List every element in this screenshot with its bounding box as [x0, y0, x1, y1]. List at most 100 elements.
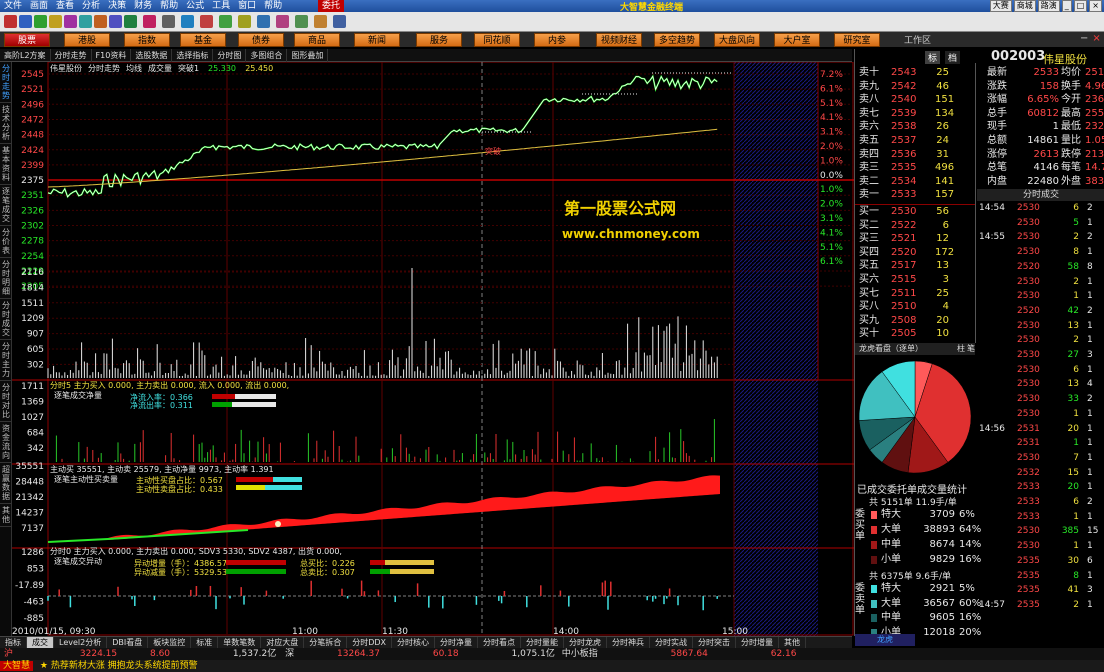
left-tab-6[interactable]: 分时成交: [0, 299, 12, 340]
subbar-item-5[interactable]: 分时图: [213, 49, 247, 62]
indicator-tab-18[interactable]: 分时增量: [736, 637, 780, 648]
subbar-item-1[interactable]: 分时走势: [51, 49, 92, 62]
bid-price[interactable]: 2511: [891, 287, 916, 301]
ticker-text[interactable]: ★ 热荐新材大涨 拥抱龙头系统提前预警: [36, 661, 198, 671]
menu-formula[interactable]: 公式: [182, 0, 208, 12]
ask-price[interactable]: 2540: [891, 93, 916, 107]
info-icon[interactable]: [276, 15, 289, 28]
bid-price[interactable]: 2517: [891, 259, 916, 273]
indicator-tab-5[interactable]: 标准: [191, 637, 219, 648]
menu-help[interactable]: 帮助: [156, 0, 182, 12]
star-icon[interactable]: [257, 15, 270, 28]
rsi-icon[interactable]: [64, 15, 77, 28]
left-tab-10[interactable]: 超赢数据: [0, 463, 12, 504]
nav-button-0[interactable]: 股票: [4, 33, 50, 47]
ask-price[interactable]: 2534: [891, 175, 916, 189]
subbar-item-4[interactable]: 选择指标: [172, 49, 214, 62]
tab-contest[interactable]: 大赛: [989, 0, 1012, 12]
left-tab-0[interactable]: 分时走势: [0, 62, 12, 103]
ask-price[interactable]: 2535: [891, 161, 916, 175]
pie-tab-count[interactable]: 笔: [967, 343, 975, 354]
menu-tools[interactable]: 工具: [208, 0, 234, 12]
menu-screen[interactable]: 画面: [26, 0, 52, 12]
left-tab-11[interactable]: 其他: [0, 504, 12, 527]
news-ticker[interactable]: 大智慧 ★ 热荐新材大涨 拥抱龙头系统提前预警: [0, 660, 1104, 672]
ask-price[interactable]: 2543: [891, 66, 916, 80]
menu-file[interactable]: 文件: [0, 0, 26, 12]
ask-price[interactable]: 2538: [891, 120, 916, 134]
indicator-tab-4[interactable]: 板块监控: [148, 637, 192, 648]
workspace-label[interactable]: 工作区: [904, 33, 931, 46]
home-icon[interactable]: [34, 15, 47, 28]
ask-price[interactable]: 2533: [891, 188, 916, 202]
nav-button-7[interactable]: 服务: [416, 33, 462, 47]
ask-price[interactable]: 2536: [891, 148, 916, 162]
indicator-tab-16[interactable]: 分时实战: [650, 637, 694, 648]
indicator-tab-8[interactable]: 分笔拆合: [304, 637, 348, 648]
nav-button-3[interactable]: 基金: [180, 33, 226, 47]
subbar-item-7[interactable]: 图形叠加: [287, 49, 329, 62]
tab-standard[interactable]: 标: [925, 51, 941, 64]
left-tab-7[interactable]: 分时主力: [0, 340, 12, 381]
subbar-item-2[interactable]: F10资料: [92, 49, 132, 62]
left-tab-9[interactable]: 资金流向: [0, 422, 12, 463]
bid-price[interactable]: 2520: [891, 246, 916, 260]
indicator-tab-12[interactable]: 分时看点: [478, 637, 522, 648]
menu-help2[interactable]: 帮助: [260, 0, 286, 12]
minimize-icon[interactable]: _: [1061, 0, 1072, 12]
bid-price[interactable]: 2521: [891, 232, 916, 246]
question-icon[interactable]: [333, 15, 346, 28]
bid-price[interactable]: 2508: [891, 314, 916, 328]
nav-button-6[interactable]: 新闻: [354, 33, 400, 47]
nav-button-14[interactable]: 研究室: [834, 33, 880, 47]
menu-window[interactable]: 窗口: [234, 0, 260, 12]
pie-tab-bar[interactable]: 柱: [957, 343, 965, 354]
ask-price[interactable]: 2539: [891, 107, 916, 121]
bell-icon[interactable]: [200, 15, 213, 28]
people-icon[interactable]: [219, 15, 232, 28]
list-icon[interactable]: [94, 15, 107, 28]
left-tab-3[interactable]: 逐笔成交: [0, 185, 12, 226]
indicator-tab-17[interactable]: 分时突击: [693, 637, 737, 648]
indicator-tab-3[interactable]: DBI看盘: [107, 637, 149, 648]
back-icon[interactable]: [4, 15, 17, 28]
bid-price[interactable]: 2530: [891, 205, 916, 219]
tab-roadshow[interactable]: 路演: [1037, 0, 1060, 12]
zoom-icon[interactable]: [124, 15, 137, 28]
nav-button-1[interactable]: 港股: [64, 33, 110, 47]
subbar-item-0[interactable]: 高阶L2方案: [0, 49, 51, 62]
print-icon[interactable]: [314, 15, 327, 28]
nav-button-4[interactable]: 债券: [238, 33, 284, 47]
bid-price[interactable]: 2510: [891, 300, 916, 314]
nav-button-8[interactable]: 同花顺: [474, 33, 520, 47]
bid-price[interactable]: 2522: [891, 219, 916, 233]
bid-price[interactable]: 2515: [891, 273, 916, 287]
subbar-item-3[interactable]: 选股数据: [131, 49, 173, 62]
indicator-tab-1[interactable]: 成交: [27, 637, 54, 648]
indicator-tab-13[interactable]: 分时量能: [521, 637, 565, 648]
indicator-tab-0[interactable]: 指标: [0, 637, 27, 648]
indicator-tab-19[interactable]: 其他: [779, 637, 807, 648]
close-icon[interactable]: ×: [1092, 33, 1100, 44]
ask-price[interactable]: 2542: [891, 80, 916, 94]
minimize-icon[interactable]: −: [1080, 33, 1088, 44]
indicator-tab-15[interactable]: 分时神兵: [607, 637, 651, 648]
indicator-tab-10[interactable]: 分时核心: [392, 637, 436, 648]
tab-depth[interactable]: 档: [945, 51, 961, 64]
left-tab-4[interactable]: 分价表: [0, 226, 12, 258]
restore-icon[interactable]: □: [1073, 0, 1088, 12]
chart-icon[interactable]: [79, 15, 92, 28]
pie-bottom-tab[interactable]: 龙虎: [855, 634, 915, 646]
nav-button-9[interactable]: 内参: [534, 33, 580, 47]
menu-finance[interactable]: 财务: [130, 0, 156, 12]
trade-icon[interactable]: [295, 15, 308, 28]
grid-icon[interactable]: [162, 15, 175, 28]
left-tab-5[interactable]: 分时明细: [0, 258, 12, 299]
menu-decision[interactable]: 决策: [104, 0, 130, 12]
heart-icon[interactable]: [238, 15, 251, 28]
nav-button-2[interactable]: 指数: [124, 33, 170, 47]
nav-button-5[interactable]: 商品: [294, 33, 340, 47]
nav-button-10[interactable]: 视频财经: [596, 33, 642, 47]
nav-button-11[interactable]: 多空趋势: [654, 33, 700, 47]
ask-price[interactable]: 2537: [891, 134, 916, 148]
